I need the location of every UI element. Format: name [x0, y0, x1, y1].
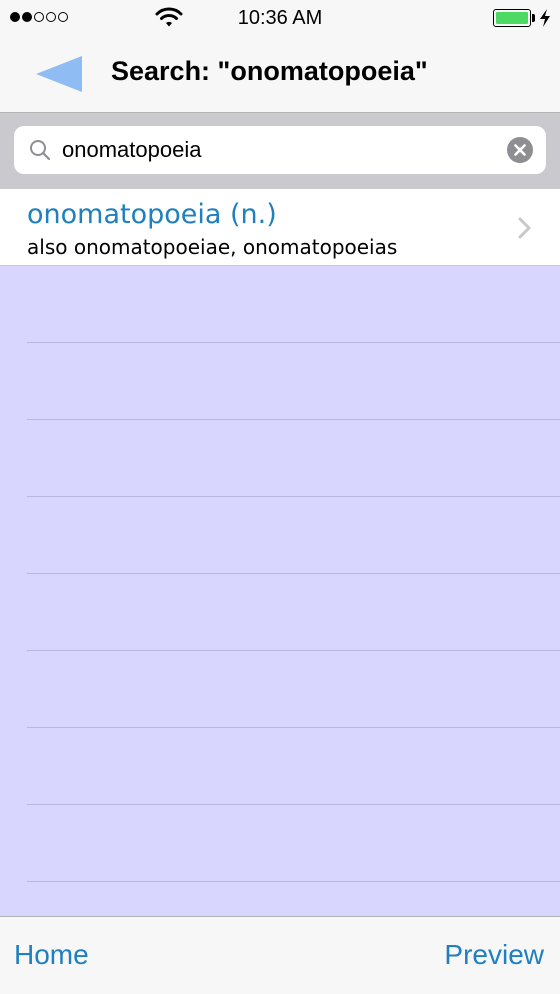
search-bar	[0, 113, 560, 189]
battery-icon	[493, 9, 531, 27]
clear-icon	[514, 144, 526, 156]
row-separator	[27, 650, 560, 651]
search-input[interactable]	[62, 126, 502, 174]
result-subtitle: also onomatopoeiae, onomatopoeias	[27, 235, 398, 259]
bottom-toolbar: Home Preview	[0, 916, 560, 994]
search-field[interactable]	[14, 126, 546, 174]
row-separator	[27, 804, 560, 805]
row-separator	[27, 727, 560, 728]
empty-list-area	[0, 266, 560, 916]
row-separator	[27, 881, 560, 882]
battery-level	[496, 12, 528, 24]
row-separator	[27, 342, 560, 343]
row-separator	[27, 573, 560, 574]
charging-bolt-icon	[540, 9, 550, 27]
chevron-right-icon	[518, 217, 531, 239]
status-bar: 10:36 AM	[0, 0, 560, 36]
result-title: onomatopoeia (n.)	[27, 199, 277, 230]
navigation-bar: Search: "onomatopoeia"	[0, 36, 560, 113]
clear-search-button[interactable]	[507, 137, 533, 163]
battery-tip	[532, 14, 535, 22]
row-separator	[27, 419, 560, 420]
search-icon	[30, 140, 51, 161]
status-time: 10:36 AM	[237, 7, 323, 29]
back-button[interactable]	[36, 54, 86, 94]
result-item[interactable]: onomatopoeia (n.) also onomatopoeiae, on…	[0, 190, 560, 266]
back-triangle-icon	[36, 56, 82, 92]
row-separator	[27, 496, 560, 497]
preview-button[interactable]: Preview	[444, 939, 544, 971]
page-title: Search: "onomatopoeia"	[111, 56, 428, 86]
home-button[interactable]: Home	[14, 939, 89, 971]
